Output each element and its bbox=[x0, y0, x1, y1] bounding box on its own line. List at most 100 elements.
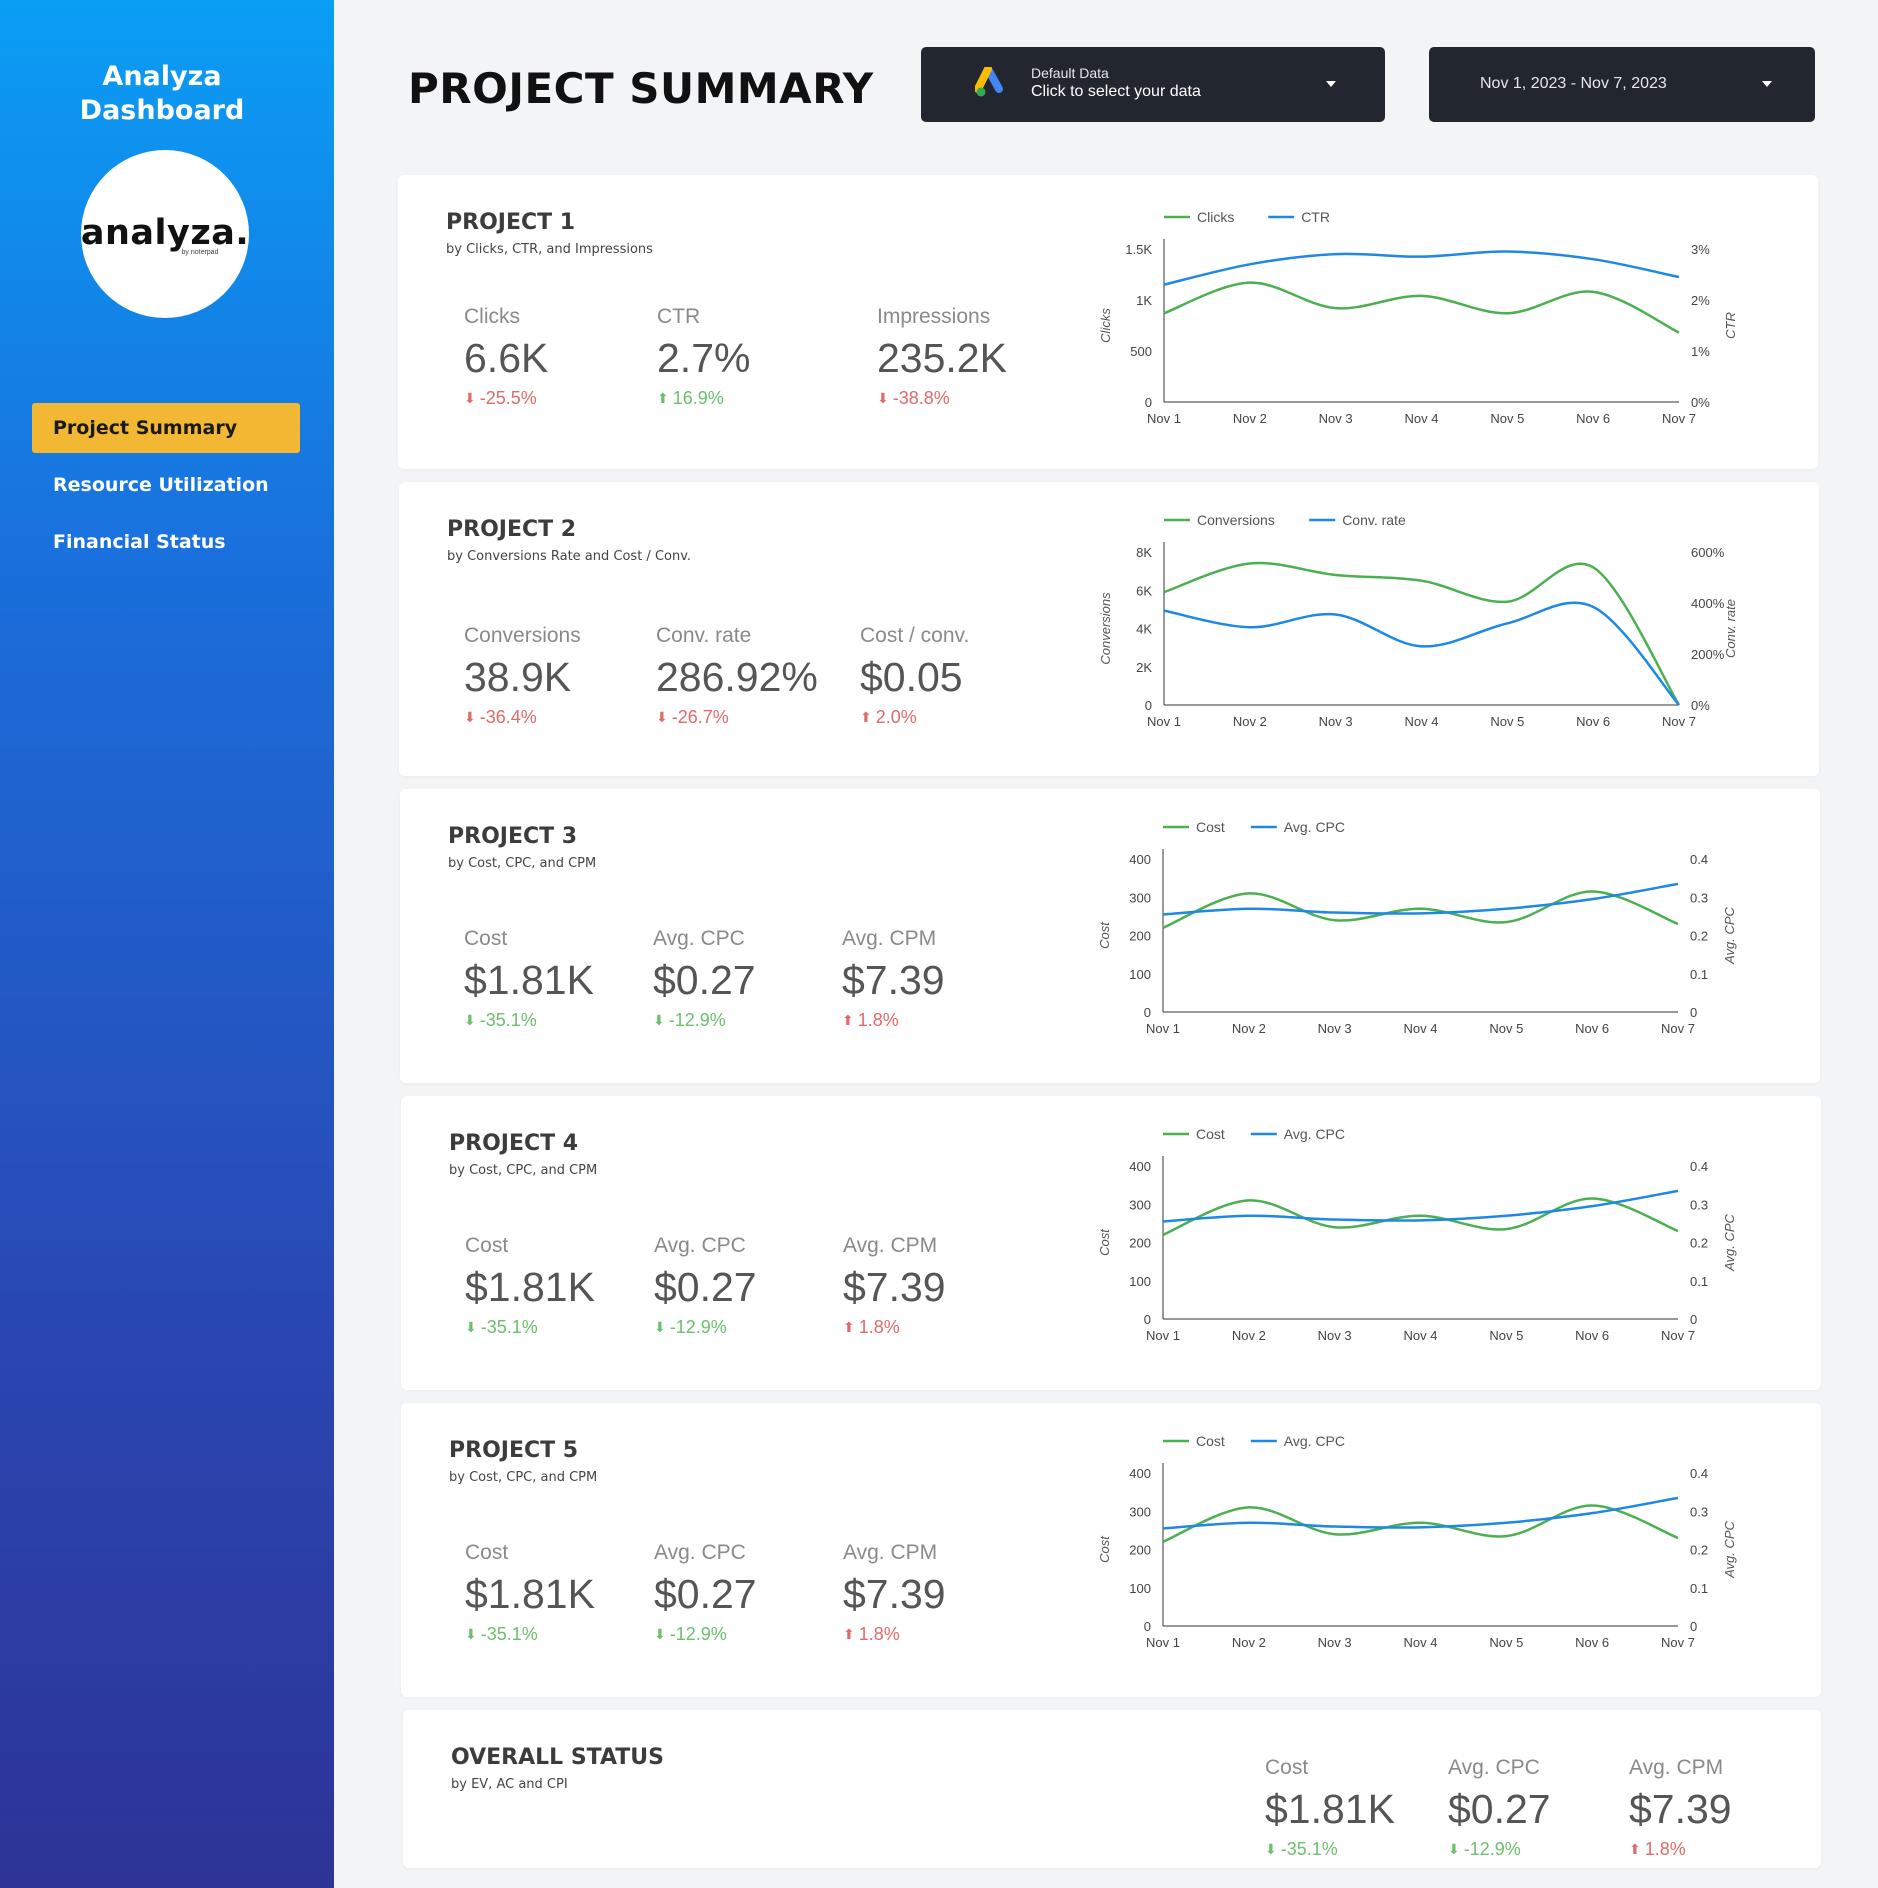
x-tick-label: Nov 6 bbox=[1576, 411, 1610, 426]
y-tick-label-right: 0% bbox=[1691, 698, 1710, 713]
legend-label: CTR bbox=[1301, 209, 1330, 225]
metric-change: ⬇ -35.1% bbox=[1265, 1839, 1338, 1859]
arrow-down-icon: ⬇ bbox=[653, 1012, 665, 1028]
arrow-down-icon: ⬇ bbox=[464, 709, 476, 725]
metric-cost-per-conv: Cost / conv. $0.05 ⬆ 2.0% bbox=[860, 624, 969, 728]
y-tick-label: 200 bbox=[1129, 1543, 1151, 1558]
nav-item-financial-status[interactable]: Financial Status bbox=[32, 517, 300, 567]
x-tick-label: Nov 2 bbox=[1233, 714, 1267, 729]
metric-label: Avg. CPM bbox=[842, 927, 937, 950]
arrow-down-icon: ⬇ bbox=[654, 1626, 666, 1642]
metric-value: $7.39 bbox=[842, 957, 945, 1003]
arrow-up-icon: ⬆ bbox=[860, 709, 872, 725]
metric-change: ⬇ -12.9% bbox=[654, 1317, 727, 1337]
legend-label: Cost bbox=[1196, 1433, 1225, 1449]
x-tick-label: Nov 3 bbox=[1318, 1328, 1352, 1343]
y-tick-label: 8K bbox=[1136, 545, 1152, 560]
project-4-chart: Cost Avg. CPC 0 100 200 300 400 0 0.1 0.2 0.3 0.4 Co… bbox=[1097, 1126, 1737, 1343]
metric-label: Impressions bbox=[877, 305, 991, 328]
card-title: PROJECT 1 bbox=[446, 210, 576, 235]
metric-change: ⬇ -36.4% bbox=[464, 707, 537, 727]
y-tick-label: 0 bbox=[1144, 1312, 1151, 1327]
x-tick-label: Nov 4 bbox=[1404, 1328, 1438, 1343]
y-tick-label-right: 0.4 bbox=[1690, 852, 1708, 867]
metric-value: $1.81K bbox=[464, 957, 594, 1003]
x-tick-label: Nov 7 bbox=[1661, 1635, 1695, 1650]
metric-avg-cpm: Avg. CPM $7.39 ⬆ 1.8% bbox=[843, 1541, 946, 1645]
x-tick-label: Nov 1 bbox=[1147, 411, 1181, 426]
google-ads-icon bbox=[975, 67, 1003, 97]
x-tick-label: Nov 1 bbox=[1146, 1021, 1180, 1036]
project-card: PROJECT 3 by Cost, CPC, and CPM Cost $1.… bbox=[400, 789, 1820, 1083]
x-tick-label: Nov 2 bbox=[1232, 1328, 1266, 1343]
y-axis-title-right: Avg. CPC bbox=[1722, 1520, 1737, 1578]
data-source-dropdown[interactable]: Default Data Click to select your data bbox=[921, 47, 1385, 122]
y-tick-label: 1.5K bbox=[1125, 242, 1152, 257]
y-tick-label: 200 bbox=[1129, 929, 1151, 944]
arrow-down-icon: ⬇ bbox=[1265, 1841, 1277, 1857]
y-axis-title-right: Avg. CPC bbox=[1722, 1213, 1737, 1271]
metric-value: $1.81K bbox=[1265, 1786, 1395, 1832]
brand-line-2: Dashboard bbox=[79, 95, 245, 126]
metric-label: Avg. CPC bbox=[1448, 1756, 1540, 1779]
x-tick-label: Nov 6 bbox=[1575, 1635, 1609, 1650]
metric-label: Avg. CPM bbox=[1629, 1756, 1724, 1779]
metric-cost: Cost $1.81K ⬇ -35.1% bbox=[1265, 1756, 1395, 1860]
metric-label: Cost bbox=[1265, 1756, 1309, 1779]
nav-item-project-summary[interactable]: Project Summary bbox=[32, 403, 300, 453]
metric-avg-cpc: Avg. CPC $0.27 ⬇ -12.9% bbox=[654, 1541, 757, 1645]
x-tick-label: Nov 5 bbox=[1489, 1328, 1523, 1343]
arrow-down-icon: ⬇ bbox=[877, 390, 889, 406]
y-axis-title-right: Avg. CPC bbox=[1722, 906, 1737, 964]
arrow-down-icon: ⬇ bbox=[656, 709, 668, 725]
y-tick-label: 200 bbox=[1129, 1236, 1151, 1251]
card-subtitle: by Cost, CPC, and CPM bbox=[449, 1470, 598, 1485]
metric-value: $1.81K bbox=[465, 1264, 595, 1310]
date-range-dropdown[interactable]: Nov 1, 2023 - Nov 7, 2023 bbox=[1429, 47, 1815, 122]
metric-label: Avg. CPM bbox=[843, 1541, 938, 1564]
metric-change: ⬇ -35.1% bbox=[465, 1317, 538, 1337]
legend-label: Conversions bbox=[1197, 512, 1275, 528]
metric-label: Cost bbox=[465, 1541, 509, 1564]
x-tick-label: Nov 1 bbox=[1147, 714, 1181, 729]
y-tick-label: 0 bbox=[1144, 1005, 1151, 1020]
project-card: PROJECT 4 by Cost, CPC, and CPM Cost $1.… bbox=[401, 1096, 1821, 1390]
x-tick-label: Nov 3 bbox=[1318, 1021, 1352, 1036]
legend-label: Cost bbox=[1196, 1126, 1225, 1142]
brand-title: Analyza Dashboard bbox=[0, 60, 324, 128]
series-line bbox=[1163, 281, 1680, 334]
arrow-up-icon: ⬆ bbox=[657, 390, 669, 406]
arrow-down-icon: ⬇ bbox=[464, 390, 476, 406]
brand-logo: analyza. by noterpad bbox=[81, 150, 249, 318]
x-tick-label: Nov 4 bbox=[1405, 714, 1439, 729]
metric-value: $7.39 bbox=[1629, 1786, 1732, 1832]
x-tick-label: Nov 6 bbox=[1575, 1328, 1609, 1343]
card-title: PROJECT 2 bbox=[447, 517, 577, 542]
metric-change: ⬆ 2.0% bbox=[860, 707, 917, 727]
sidebar: Analyza Dashboard analyza. by noterpad P… bbox=[0, 0, 334, 1888]
metric-value: 2.7% bbox=[657, 335, 751, 381]
y-axis-title: Cost bbox=[1097, 1535, 1112, 1563]
metric-label: Cost bbox=[465, 1234, 509, 1257]
metric-avg-cpc: Avg. CPC $0.27 ⬇ -12.9% bbox=[654, 1234, 757, 1338]
metric-conversions: Conversions 38.9K ⬇ -36.4% bbox=[464, 624, 581, 728]
x-tick-label: Nov 3 bbox=[1318, 1635, 1352, 1650]
metric-avg-cpc: Avg. CPC $0.27 ⬇ -12.9% bbox=[1448, 1756, 1551, 1860]
y-tick-label: 400 bbox=[1129, 852, 1151, 867]
metric-label: Conv. rate bbox=[656, 624, 752, 647]
metric-value: $0.27 bbox=[654, 1571, 757, 1617]
x-tick-label: Nov 7 bbox=[1661, 1021, 1695, 1036]
y-tick-label: 0 bbox=[1144, 1619, 1151, 1634]
data-source-label: Default Data bbox=[1031, 65, 1109, 81]
arrow-up-icon: ⬆ bbox=[1629, 1841, 1641, 1857]
metric-change: ⬆ 16.9% bbox=[657, 388, 724, 408]
overall-status-card: OVERALL STATUS by EV, AC and CPI Cost $1… bbox=[403, 1710, 1821, 1868]
metric-change: ⬆ 1.8% bbox=[843, 1317, 900, 1337]
metric-change: ⬇ -12.9% bbox=[653, 1010, 726, 1030]
y-tick-label: 500 bbox=[1130, 344, 1152, 359]
nav-item-resource-utilization[interactable]: Resource Utilization bbox=[32, 460, 300, 510]
y-tick-label-right: 0.2 bbox=[1690, 929, 1708, 944]
x-tick-label: Nov 2 bbox=[1233, 411, 1267, 426]
caret-down-icon bbox=[1762, 81, 1772, 87]
y-tick-label: 0 bbox=[1145, 395, 1152, 410]
